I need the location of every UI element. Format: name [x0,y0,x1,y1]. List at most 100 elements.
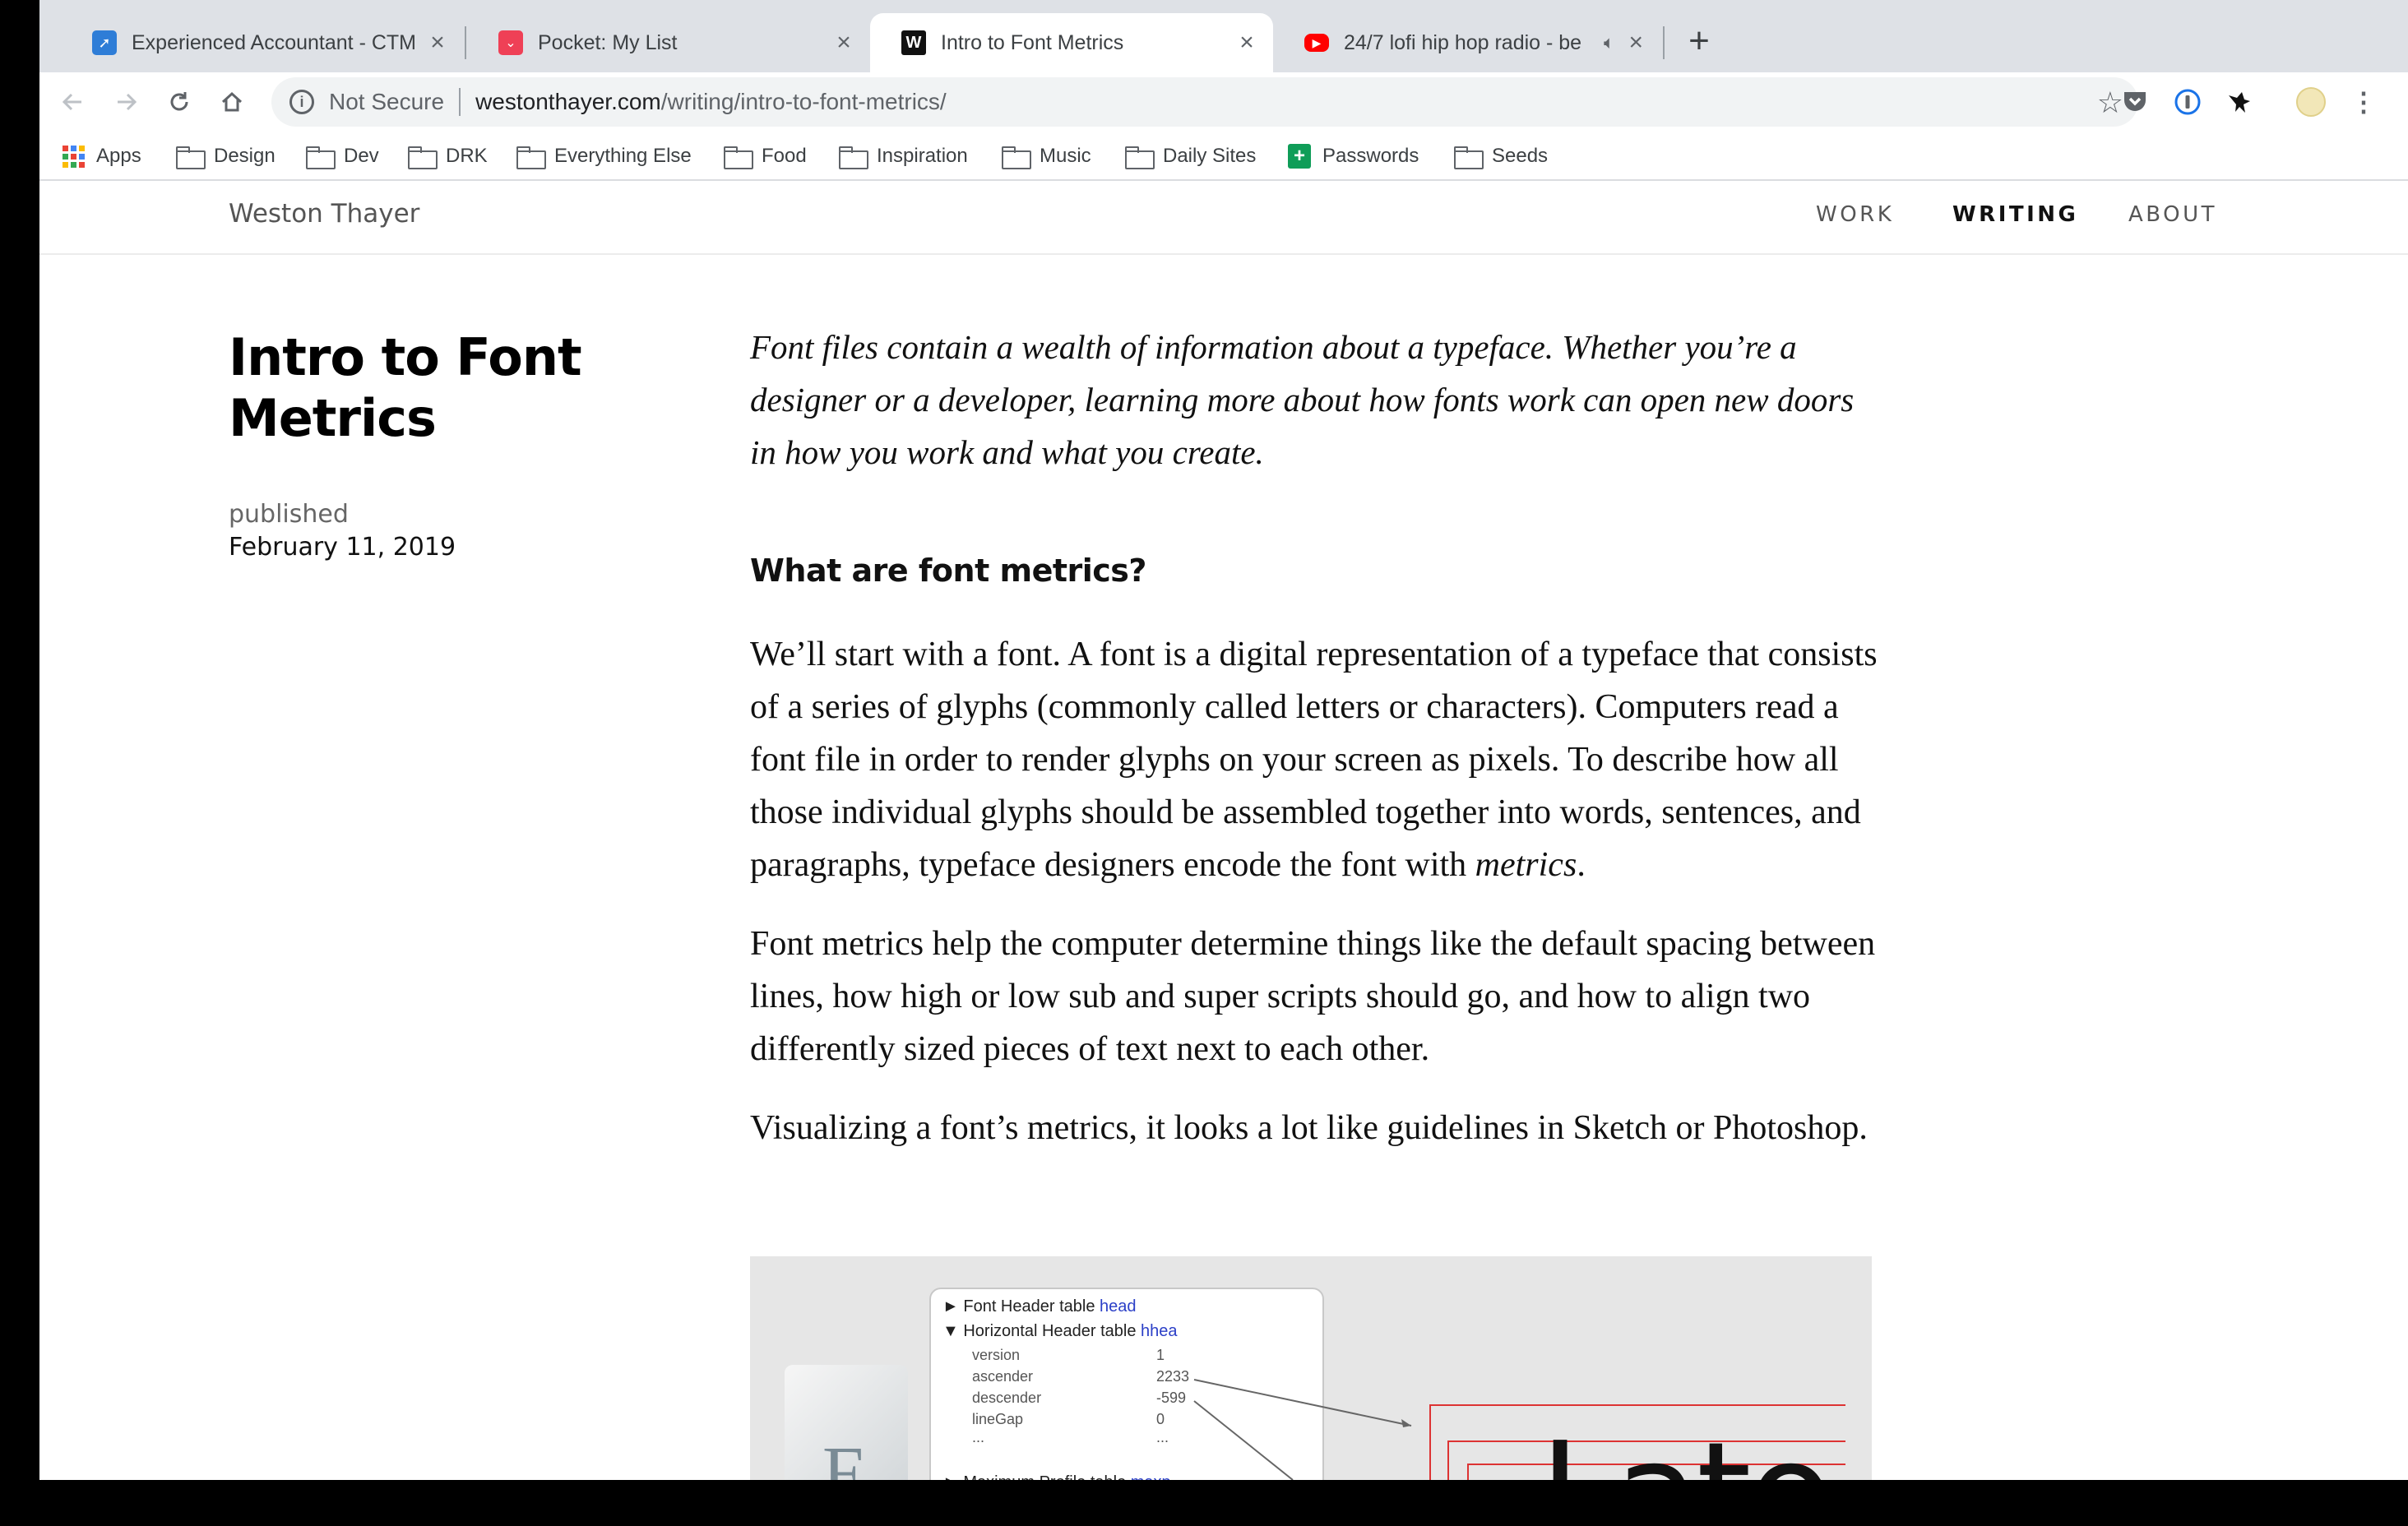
bookmark-folder-dev[interactable]: Dev [306,140,379,173]
url-path: /writing/intro-to-font-metrics/ [660,89,947,114]
youtube-favicon: ▶ [1304,34,1329,52]
sheets-icon: + [1288,144,1311,169]
folder-icon [516,146,546,169]
paragraph: We’ll start with a font. A font is a dig… [750,628,1878,891]
info-icon[interactable]: i [289,90,314,114]
apps-grid-icon [63,145,85,168]
cap-height-bracket [1447,1440,1449,1480]
folder-icon [1454,146,1484,169]
published-label: published [229,500,349,529]
password-manager-icon[interactable] [2173,87,2202,117]
profile-avatar-icon[interactable] [2296,87,2326,117]
bookmark-label: Everything Else [554,145,692,167]
tab-strip: ➚ Experienced Accountant - CTM × ⌄ Pocke… [39,0,2408,72]
ascender-line [1429,1404,1845,1406]
nav-about-link[interactable]: ABOUT [2128,202,2217,227]
section-heading: What are font metrics? [750,553,1146,589]
x-height-bracket [1467,1464,1469,1480]
tab-pocket[interactable]: ⌄ Pocket: My List × [467,13,870,72]
bookmark-label: Inspiration [877,145,968,167]
home-icon [221,91,243,112]
pocket-extension-icon[interactable] [2120,87,2150,117]
tab-ctm[interactable]: ➚ Experienced Accountant - CTM × [61,13,464,72]
tab-title: Intro to Font Metrics [941,30,1124,54]
bookmark-folder-inspiration[interactable]: Inspiration [839,140,968,173]
new-tab-button[interactable]: + [1679,21,1719,61]
bookmark-folder-music[interactable]: Music [1002,140,1091,173]
bookmark-label: Food [762,145,807,167]
forward-arrow-icon [118,93,137,111]
site-name-link[interactable]: Weston Thayer [229,199,419,229]
site-header: Weston Thayer WORK WRITING ABOUT [39,181,2408,255]
url-host: westonthayer.com [475,89,661,114]
bookmark-label: DRK [446,145,488,167]
sample-text: Lato [1540,1413,1834,1480]
nav-work-link[interactable]: WORK [1816,202,1894,227]
bookmark-folder-design[interactable]: Design [176,140,276,173]
folder-icon [839,146,868,169]
bookmark-apps[interactable]: Apps [63,140,141,173]
folder-icon [1002,146,1031,169]
folder-icon [306,146,336,169]
ascender-bracket [1429,1404,1431,1480]
published-date: February 11, 2019 [229,533,456,562]
tab-divider [1663,26,1665,59]
tab-title: 24/7 lofi hip hop radio - be [1344,30,1582,54]
tab-title: Pocket: My List [538,30,678,54]
bookmark-folder-food[interactable]: Food [724,140,807,173]
reload-icon [170,92,188,111]
bookmark-label: Seeds [1492,145,1549,167]
bookmark-passwords[interactable]: + Passwords [1288,140,1419,173]
forward-button[interactable] [107,82,146,122]
bookmarks-bar: Apps Design Dev DRK Everything Else Food… [39,132,2408,181]
bookmark-label: Design [214,145,276,167]
bookmark-label: Music [1040,145,1091,167]
font-metrics-figure: F ► Font Header table head ▼ Horizontal … [750,1256,1872,1480]
bookmark-folder-drk[interactable]: DRK [408,140,488,173]
tab-lofi[interactable]: ▶ 24/7 lofi hip hop radio - be 🔈︎ × [1273,13,1668,72]
extension-icon[interactable] [2224,87,2253,117]
paragraph: Visualizing a font’s metrics, it looks a… [750,1109,1868,1147]
bookmark-folder-everything-else[interactable]: Everything Else [516,140,692,173]
home-button[interactable] [212,82,252,122]
reload-button[interactable] [160,82,199,122]
bookmark-folder-seeds[interactable]: Seeds [1454,140,1548,173]
bookmark-label: Daily Sites [1163,145,1257,167]
nav-writing-link[interactable]: WRITING [1952,202,2078,227]
folder-icon [408,146,438,169]
paragraph-text: . [1577,846,1586,884]
emphasis-text: metrics [1475,846,1577,884]
lede-paragraph: Font files contain a wealth of informati… [750,328,1855,471]
pocket-favicon: ⌄ [498,30,523,55]
close-icon[interactable]: × [829,28,859,58]
speaker-icon[interactable]: 🔈︎ [1604,32,1614,53]
web-page: Weston Thayer WORK WRITING ABOUT Intro t… [39,181,2408,1480]
back-button[interactable] [53,82,92,122]
bookmark-label: Dev [344,145,379,167]
security-label: Not Secure [329,89,445,114]
ctm-favicon: ➚ [92,30,117,55]
address-bar[interactable]: i Not Secure westonthayer.com /writing/i… [271,77,2138,127]
folder-icon [176,146,206,169]
tab-font-metrics[interactable]: W Intro to Font Metrics × [870,13,1273,72]
browser-window: ➚ Experienced Accountant - CTM × ⌄ Pocke… [39,0,2408,1480]
article-body: Font files contain a wealth of informati… [750,321,1878,1154]
tab-divider [465,26,466,59]
bookmark-label: Apps [96,145,141,167]
address-divider [459,88,461,116]
bookmark-folder-daily-sites[interactable]: Daily Sites [1125,140,1256,173]
back-arrow-icon [62,93,81,111]
folder-icon [724,146,753,169]
folder-icon [1125,146,1155,169]
menu-kebab-icon[interactable]: ⋮ [2349,87,2378,117]
bookmark-label: Passwords [1322,145,1419,167]
close-icon[interactable]: × [1232,28,1262,58]
close-icon[interactable]: × [423,28,452,58]
paragraph-text: We’ll start with a font. A font is a dig… [750,636,1878,884]
paragraph: Font metrics help the computer determine… [750,925,1876,1068]
toolbar: i Not Secure westonthayer.com /writing/i… [39,72,2408,132]
w-favicon: W [901,30,926,55]
post-title: Intro to Font Metrics [229,327,582,448]
close-icon[interactable]: × [1621,28,1651,58]
tab-title: Experienced Accountant - CTM [132,30,416,54]
